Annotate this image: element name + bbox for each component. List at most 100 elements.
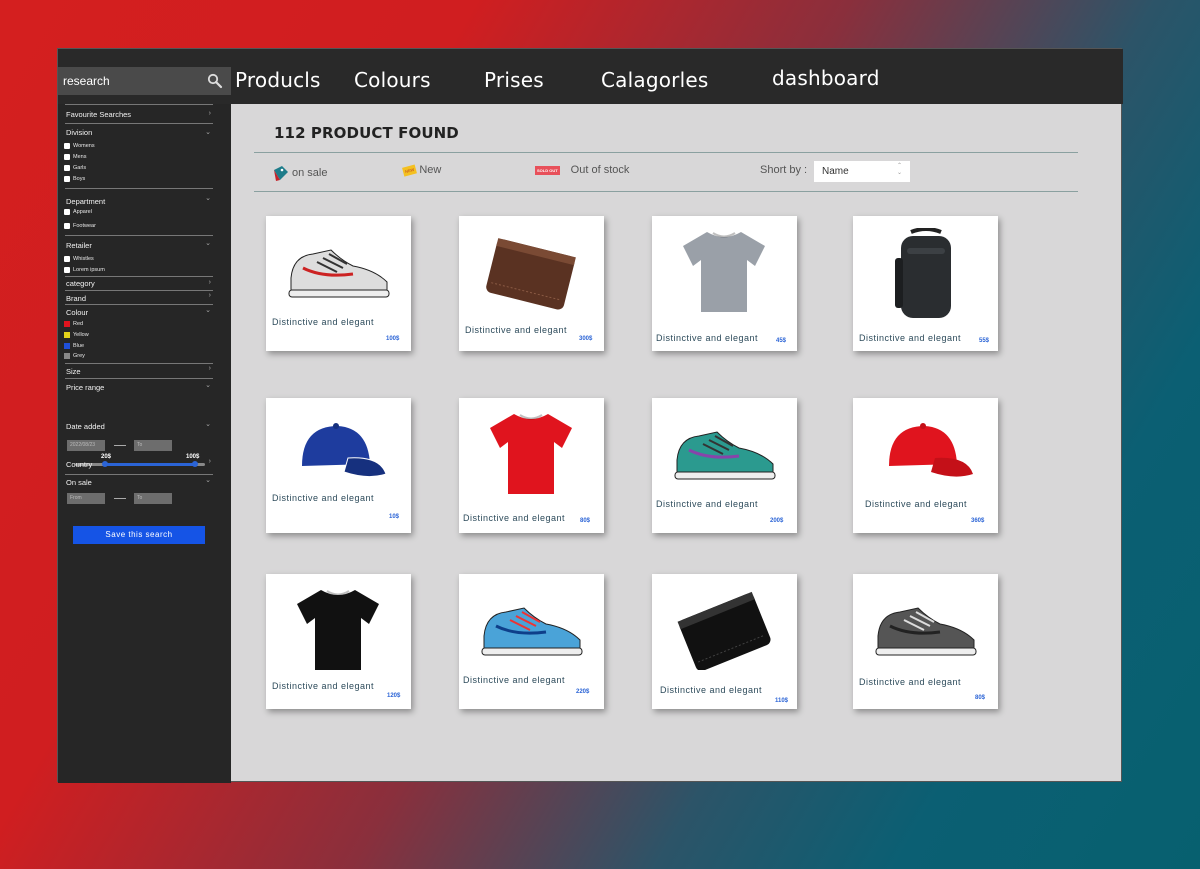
retailer-option[interactable]: Whistles: [64, 256, 94, 262]
tshirt-icon: [683, 232, 765, 312]
date-to-field[interactable]: To: [134, 440, 172, 451]
sort-select[interactable]: Name ⌃ ⌄: [814, 161, 910, 182]
division-option[interactable]: Garls: [64, 165, 86, 171]
divider: [65, 290, 213, 291]
product-title: Distinctive and elegant: [272, 317, 375, 327]
filter-sidebar: Favourite Searches › Division ⌄ Womens M…: [58, 104, 231, 783]
department-option[interactable]: Apparel: [64, 209, 92, 215]
yellow-swatch[interactable]: [64, 332, 70, 338]
nav-prises[interactable]: Prises: [484, 68, 544, 92]
product-title: Distinctive and elegant: [656, 499, 759, 509]
product-card[interactable]: Distinctive and elegant 120$: [266, 574, 411, 709]
cap-icon: [302, 423, 387, 478]
product-price: 220$: [576, 689, 590, 695]
checkbox[interactable]: [64, 165, 70, 171]
divider: [65, 304, 213, 305]
colour-option-blue[interactable]: Blue: [64, 343, 84, 349]
product-title: Distinctive and elegant: [859, 333, 962, 343]
nav-products[interactable]: Producls: [235, 68, 321, 92]
divider: [254, 152, 1078, 153]
product-price: 100$: [386, 336, 400, 342]
price-slider-min-handle[interactable]: [102, 461, 108, 467]
grey-swatch[interactable]: [64, 353, 70, 359]
on-sale-header[interactable]: On sale: [66, 478, 92, 487]
blue-swatch[interactable]: [64, 343, 70, 349]
product-card[interactable]: Distinctive and elegant 45$: [652, 216, 797, 351]
product-card[interactable]: Distinctive and elegant 220$: [459, 574, 604, 709]
chevron-down-icon: ⌄: [205, 307, 211, 314]
product-card[interactable]: Distinctive and elegant 360$: [853, 398, 998, 533]
new-badge-icon: NEW: [402, 163, 418, 177]
product-title: Distinctive and elegant: [272, 493, 375, 503]
date-added-header[interactable]: Date added: [66, 422, 105, 431]
search-input[interactable]: [58, 74, 198, 88]
date-from-field[interactable]: 2022/08/23: [67, 440, 105, 451]
price-slider-fill: [105, 463, 195, 466]
colour-option-red[interactable]: Red: [64, 321, 83, 327]
product-title: Distinctive and elegant: [463, 513, 566, 523]
price-slider-max-handle[interactable]: [192, 461, 198, 467]
checkbox[interactable]: [64, 143, 70, 149]
product-card[interactable]: Distinctive and elegant 100$: [266, 216, 411, 351]
product-card[interactable]: Distinctive and elegant 200$: [652, 398, 797, 533]
chevron-down-icon: ⌄: [205, 240, 211, 247]
product-price: 120$: [387, 693, 401, 699]
checkbox[interactable]: [64, 176, 70, 182]
nav-dashboard[interactable]: dashboard: [772, 66, 880, 90]
checkbox[interactable]: [64, 256, 70, 262]
favourite-searches-link[interactable]: Favourite Searches: [66, 110, 131, 119]
nav-categories[interactable]: Calagorles: [601, 68, 708, 92]
sneaker-icon: [674, 431, 776, 480]
divider: [65, 235, 213, 236]
tshirt-icon: [297, 590, 379, 670]
department-option[interactable]: Footwear: [64, 223, 96, 229]
product-card[interactable]: Distinctive and elegant 110$: [652, 574, 797, 709]
retailer-option[interactable]: Lorem ipsum: [64, 267, 105, 273]
product-card[interactable]: Distinctive and elegant 10$: [266, 398, 411, 533]
country-header[interactable]: Country: [66, 460, 92, 469]
division-header[interactable]: Division: [66, 128, 92, 137]
divider: [65, 123, 213, 124]
chevron-down-icon: ⌄: [205, 195, 211, 202]
retailer-header[interactable]: Retailer: [66, 241, 92, 250]
checkbox[interactable]: [64, 267, 70, 273]
product-card[interactable]: Distinctive and elegant 300$: [459, 216, 604, 351]
product-card[interactable]: Distinctive and elegant 55$: [853, 216, 998, 351]
chevron-down-icon: ⌄: [205, 382, 211, 389]
option-label: Womens: [73, 143, 95, 149]
colour-header[interactable]: Colour: [66, 308, 88, 317]
filter-on-sale[interactable]: on sale: [272, 164, 327, 182]
checkbox[interactable]: [64, 154, 70, 160]
checkbox[interactable]: [64, 209, 70, 215]
division-option[interactable]: Boys: [64, 176, 85, 182]
colour-option-grey[interactable]: Grey: [64, 353, 85, 359]
search-box: [58, 67, 231, 95]
filter-out-of-stock[interactable]: SOLD OUT Out of stock: [535, 164, 629, 176]
product-card[interactable]: Distinctive and elegant 80$: [853, 574, 998, 709]
nav-colours[interactable]: Colours: [354, 68, 431, 92]
colour-option-yellow[interactable]: Yellow: [64, 332, 89, 338]
division-option[interactable]: Womens: [64, 143, 95, 149]
product-price: 110$: [775, 698, 789, 704]
sale-from-field[interactable]: From: [67, 493, 105, 504]
option-label: Boys: [73, 176, 86, 182]
option-label: Apparel: [73, 209, 92, 215]
size-header[interactable]: Size: [66, 367, 81, 376]
product-title: Distinctive and elegant: [465, 325, 568, 335]
search-icon[interactable]: [207, 73, 223, 89]
sale-to-field[interactable]: To: [134, 493, 172, 504]
divider: [65, 104, 213, 105]
department-header[interactable]: Department: [66, 197, 105, 206]
red-swatch[interactable]: [64, 321, 70, 327]
brand-header[interactable]: Brand: [66, 294, 86, 303]
division-option[interactable]: Mens: [64, 154, 86, 160]
checkbox[interactable]: [64, 223, 70, 229]
product-title: Distinctive and elegant: [660, 685, 763, 695]
category-header[interactable]: category: [66, 279, 95, 288]
filter-new[interactable]: NEW New: [402, 163, 442, 177]
filter-label: New: [419, 164, 442, 176]
chevron-down-icon: ⌄: [205, 129, 211, 136]
save-search-button[interactable]: Save this search: [73, 526, 205, 544]
price-range-header[interactable]: Price range: [66, 383, 104, 392]
product-card[interactable]: Distinctive and elegant 80$: [459, 398, 604, 533]
